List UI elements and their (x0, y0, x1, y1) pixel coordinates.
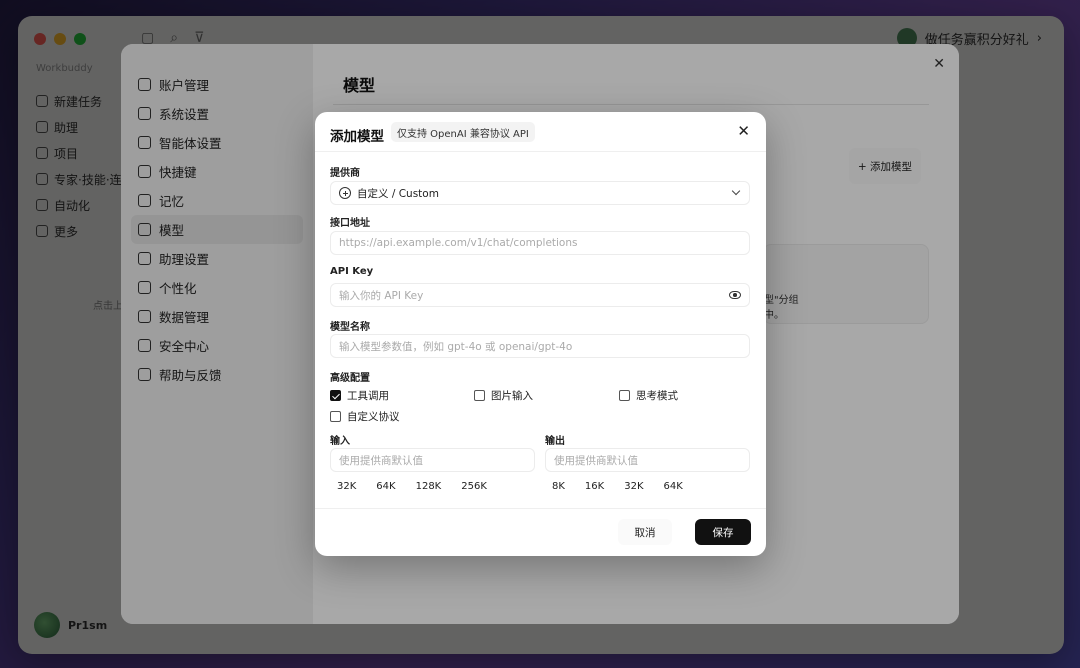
checkbox-label: 自定义协议 (347, 411, 400, 423)
output-presets: 8K 16K 32K 64K (546, 479, 697, 495)
dialog-header: 添加模型 仅支持 OpenAI 兼容协议 API ✕ (315, 112, 766, 152)
dialog-title: 添加模型 (330, 129, 384, 145)
custom-protocol-checkbox[interactable]: 自定义协议 (330, 409, 400, 424)
checkbox-label: 图片输入 (491, 390, 533, 402)
eye-icon[interactable] (729, 291, 741, 299)
checkbox-label: 思考模式 (636, 390, 678, 402)
image-input-checkbox[interactable]: 图片输入 (474, 388, 533, 403)
output-tokens-field[interactable]: 使用提供商默认值 (545, 448, 750, 472)
checkbox-icon (330, 411, 341, 422)
cancel-button[interactable]: 取消 (618, 519, 672, 545)
apikey-placeholder: 输入你的 API Key (339, 289, 424, 302)
output-preset[interactable]: 16K (579, 479, 610, 495)
input-preset[interactable]: 256K (455, 479, 493, 495)
endpoint-input[interactable]: https://api.example.com/v1/chat/completi… (330, 231, 750, 255)
advanced-label: 高级配置 (330, 373, 370, 384)
apikey-input[interactable]: 输入你的 API Key (330, 283, 750, 307)
input-preset[interactable]: 128K (410, 479, 448, 495)
add-model-dialog: 添加模型 仅支持 OpenAI 兼容协议 API ✕ 提供商 自定义 / Cus… (315, 112, 766, 556)
compat-badge: 仅支持 OpenAI 兼容协议 API (391, 122, 535, 142)
checkbox-checked-icon (330, 390, 341, 401)
checkbox-icon (474, 390, 485, 401)
tool-call-checkbox[interactable]: 工具调用 (330, 388, 389, 403)
chevron-down-icon (731, 186, 741, 196)
dialog-footer: 取消 保存 (315, 508, 766, 556)
input-presets: 32K 64K 128K 256K (331, 479, 501, 495)
output-preset[interactable]: 32K (618, 479, 649, 495)
checkbox-label: 工具调用 (347, 390, 389, 402)
input-tokens-field[interactable]: 使用提供商默认值 (330, 448, 535, 472)
output-tokens-label: 输出 (545, 436, 565, 447)
output-preset[interactable]: 8K (546, 479, 571, 495)
checkbox-icon (619, 390, 630, 401)
input-preset[interactable]: 32K (331, 479, 362, 495)
model-name-input[interactable]: 输入模型参数值，例如 gpt-4o 或 openai/gpt-4o (330, 334, 750, 358)
close-icon[interactable]: ✕ (737, 122, 750, 140)
output-preset[interactable]: 64K (658, 479, 689, 495)
save-button[interactable]: 保存 (695, 519, 751, 545)
endpoint-label: 接口地址 (330, 218, 370, 229)
provider-select[interactable]: 自定义 / Custom (330, 181, 750, 205)
apikey-label: API Key (330, 266, 374, 277)
input-preset[interactable]: 64K (370, 479, 401, 495)
provider-value: 自定义 / Custom (357, 187, 439, 200)
plus-circle-icon (339, 187, 351, 199)
model-name-label: 模型名称 (330, 322, 370, 333)
input-tokens-label: 输入 (330, 436, 350, 447)
provider-label: 提供商 (330, 168, 360, 179)
thinking-mode-checkbox[interactable]: 思考模式 (619, 388, 678, 403)
